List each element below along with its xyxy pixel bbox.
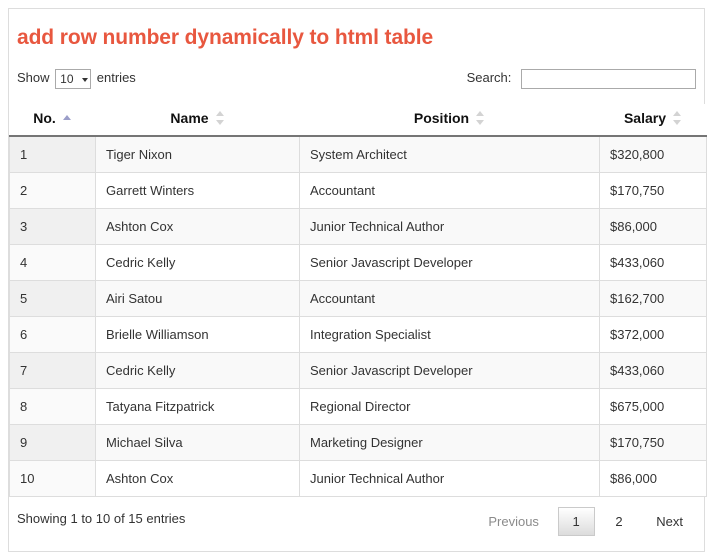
cell-salary: $170,750 [599,172,707,209]
pagination-next-button[interactable]: Next [643,507,696,536]
cell-no: 6 [9,316,96,353]
cell-name: Garrett Winters [95,172,300,209]
pagination-page-1-button[interactable]: 1 [557,507,595,536]
sort-none-icon [476,111,485,125]
cell-position: Regional Director [299,388,600,425]
table-row: 8 Tatyana Fitzpatrick Regional Director $67… [9,388,707,425]
cell-no: 10 [9,460,96,497]
cell-position: Marketing Designer [299,424,600,461]
cell-no: 3 [9,208,96,245]
cell-salary: $86,000 [599,460,707,497]
column-header-name-label: Name [170,110,209,126]
table-info: Showing 1 to 10 of 15 entries [17,511,186,526]
table-header-row: No. Name Position Salary [9,104,707,137]
cell-position: Accountant [299,280,600,317]
employees-table: No. Name Position Salary 1 Tiger Nixon S… [9,104,707,497]
cell-name: Ashton Cox [95,208,300,245]
cell-name: Michael Silva [95,424,300,461]
cell-salary: $162,700 [599,280,707,317]
cell-position: Integration Specialist [299,316,600,353]
table-row: 10 Ashton Cox Junior Technical Author $86,0… [9,460,707,497]
table-head: No. Name Position Salary [9,104,707,137]
cell-name: Cedric Kelly [95,244,300,281]
cell-salary: $433,060 [599,352,707,389]
cell-salary: $372,000 [599,316,707,353]
cell-name: Brielle Williamson [95,316,300,353]
cell-no: 4 [9,244,96,281]
table-row: 2 Garrett Winters Accountant $170,750 [9,172,707,209]
table-row: 9 Michael Silva Marketing Designer $170,750 [9,424,707,461]
pagination-page-2-button[interactable]: 2 [600,507,637,536]
cell-no: 8 [9,388,96,425]
column-header-salary-label: Salary [623,110,667,126]
cell-no: 7 [9,352,96,389]
cell-name: Ashton Cox [95,460,300,497]
cell-position: Accountant [299,172,600,209]
cell-no: 5 [9,280,96,317]
cell-salary: $675,000 [599,388,707,425]
cell-salary: $433,060 [599,244,707,281]
column-header-name[interactable]: Name [95,104,300,137]
cell-salary: $170,750 [599,424,707,461]
cell-salary: $86,000 [599,208,707,245]
length-suffix-label: entries [96,70,136,85]
table-controls: Show 10 entries Search: [9,67,704,95]
entries-per-page-select[interactable]: 10 [55,69,92,90]
cell-position: Senior Javascript Developer [299,352,600,389]
table-footer: Showing 1 to 10 of 15 entries Previous 1… [9,507,704,551]
search-label: Search: [466,70,512,85]
cell-name: Cedric Kelly [95,352,300,389]
pagination-previous-button[interactable]: Previous [475,507,552,536]
page-card: add row number dynamically to html table… [8,8,707,552]
cell-position: Senior Javascript Developer [299,244,600,281]
table-body: 1 Tiger Nixon System Architect $320,800 2 Gar… [9,135,707,497]
table-row: 5 Airi Satou Accountant $162,700 [9,280,707,317]
page-title: add row number dynamically to html table [17,26,434,49]
cell-salary: $320,800 [599,135,707,173]
cell-name: Tatyana Fitzpatrick [95,388,300,425]
sort-none-icon [215,111,225,125]
table-row: 6 Brielle Williamson Integration Specialis… [9,316,707,353]
column-header-salary[interactable]: Salary [599,104,707,137]
sort-ascending-icon [62,115,72,121]
cell-no: 1 [9,135,96,173]
length-control: Show 10 entries [17,67,136,90]
table-row: 7 Cedric Kelly Senior Javascript Developer… [9,352,707,389]
search-control: Search: [467,67,696,89]
cell-position: Junior Technical Author [299,208,600,245]
column-header-no-label: No. [33,110,56,126]
cell-name: Tiger Nixon [95,135,300,173]
cell-no: 9 [9,424,96,461]
column-header-position[interactable]: Position [299,104,600,137]
table-row: 4 Cedric Kelly Senior Javascript Developer… [9,244,707,281]
table-row: 1 Tiger Nixon System Architect $320,800 [9,135,707,173]
cell-position: System Architect [299,135,600,173]
column-header-position-label: Position [413,110,470,126]
pagination: Previous 1 2 Next [473,507,696,536]
length-select-wrap[interactable]: 10 [53,68,93,90]
sort-none-icon [673,111,682,125]
table-row: 3 Ashton Cox Junior Technical Author $86,00… [9,208,707,245]
length-prefix-label: Show [17,70,50,85]
search-input[interactable] [521,68,696,89]
cell-no: 2 [9,172,96,209]
cell-name: Airi Satou [95,280,300,317]
cell-position: Junior Technical Author [299,460,600,497]
column-header-no[interactable]: No. [9,104,96,137]
